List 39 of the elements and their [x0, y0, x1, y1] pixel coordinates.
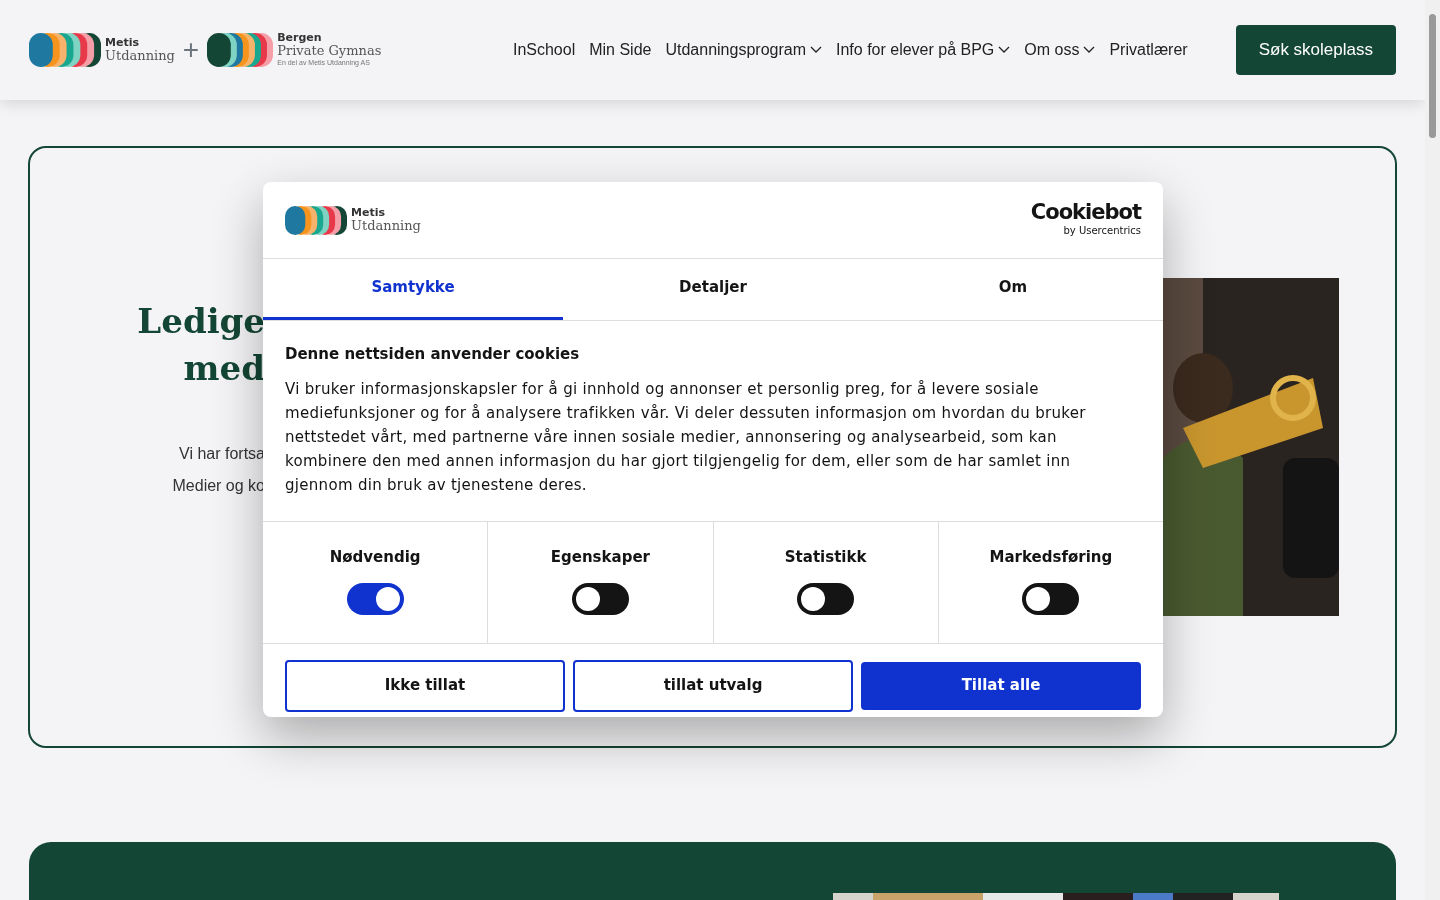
consent-button[interactable]: Ikke tillat	[285, 659, 565, 712]
dialog-text: Vi bruker informasjonskapsler for å gi innhold og annonser et personlig preg, for å levere sosiale mediefunksjoner og for å analysere trafikken vår. Vi deler dessuten informasjon om hvordan du bruker nettstedet vårt, med partnerne våre innen sosiale medier, annonsering og analysearbeid, som kan kombinere den med annen informasjon du har gjort tilgjengelig for dem, eller som de har samlet inn gjennom din bruk av tjenestene deres.	[285, 379, 1087, 496]
tab[interactable]: Detaljer	[563, 259, 863, 320]
logo-subtitle: Utdanning	[351, 219, 421, 233]
logo-title: Bergen	[277, 31, 323, 44]
consent-button[interactable]: tillat utvalg	[573, 659, 853, 712]
nav-link[interactable]: Privatlærer	[1109, 38, 1188, 62]
toggle-switch[interactable]	[1022, 582, 1080, 615]
consent-button[interactable]: Tillat alle	[861, 661, 1141, 710]
category-label: Markedsføring	[988, 547, 1114, 568]
logo-subtitle: Private Gymnas	[277, 43, 382, 58]
logo-mark-icon	[207, 33, 274, 67]
logo-mark-icon	[29, 33, 101, 67]
toggle-switch[interactable]	[346, 582, 404, 615]
nav-link[interactable]: Om oss	[1024, 38, 1096, 62]
nav-link[interactable]: Min Side	[589, 38, 652, 62]
tab[interactable]: Samtykke	[263, 259, 563, 320]
logo-mark-icon	[285, 205, 347, 235]
tab[interactable]: Om	[863, 259, 1163, 320]
category-label: Egenskaper	[549, 547, 651, 568]
logo-title: Metis	[105, 37, 140, 50]
plus-sign: +	[182, 33, 200, 67]
hero-heading: Ledige	[136, 300, 265, 343]
dialog-title: Denne nettsiden anvender cookies	[285, 343, 581, 365]
scrollbar[interactable]	[1425, 0, 1440, 900]
logo-title: Metis	[351, 207, 386, 220]
scrollbar-thumb[interactable]	[1429, 14, 1436, 138]
brand-byline: by Usercentrics	[1062, 224, 1141, 238]
nav-link[interactable]: Info for elever på BPG	[836, 38, 1011, 62]
hero-heading: med	[182, 347, 265, 390]
nav-link[interactable]: InSchool	[512, 38, 576, 62]
category-label: Nødvendig	[328, 547, 422, 568]
toggle-switch[interactable]	[571, 582, 629, 615]
logo-subtitle: Utdanning	[105, 49, 175, 63]
nav-link[interactable]: Utdanningsprogram	[665, 38, 822, 62]
apply-button[interactable]: Søk skoleplass	[1235, 25, 1396, 75]
brand-name: Cookiebot	[1030, 202, 1141, 223]
category-label: Statistikk	[783, 547, 868, 568]
toggle-switch[interactable]	[797, 582, 855, 615]
